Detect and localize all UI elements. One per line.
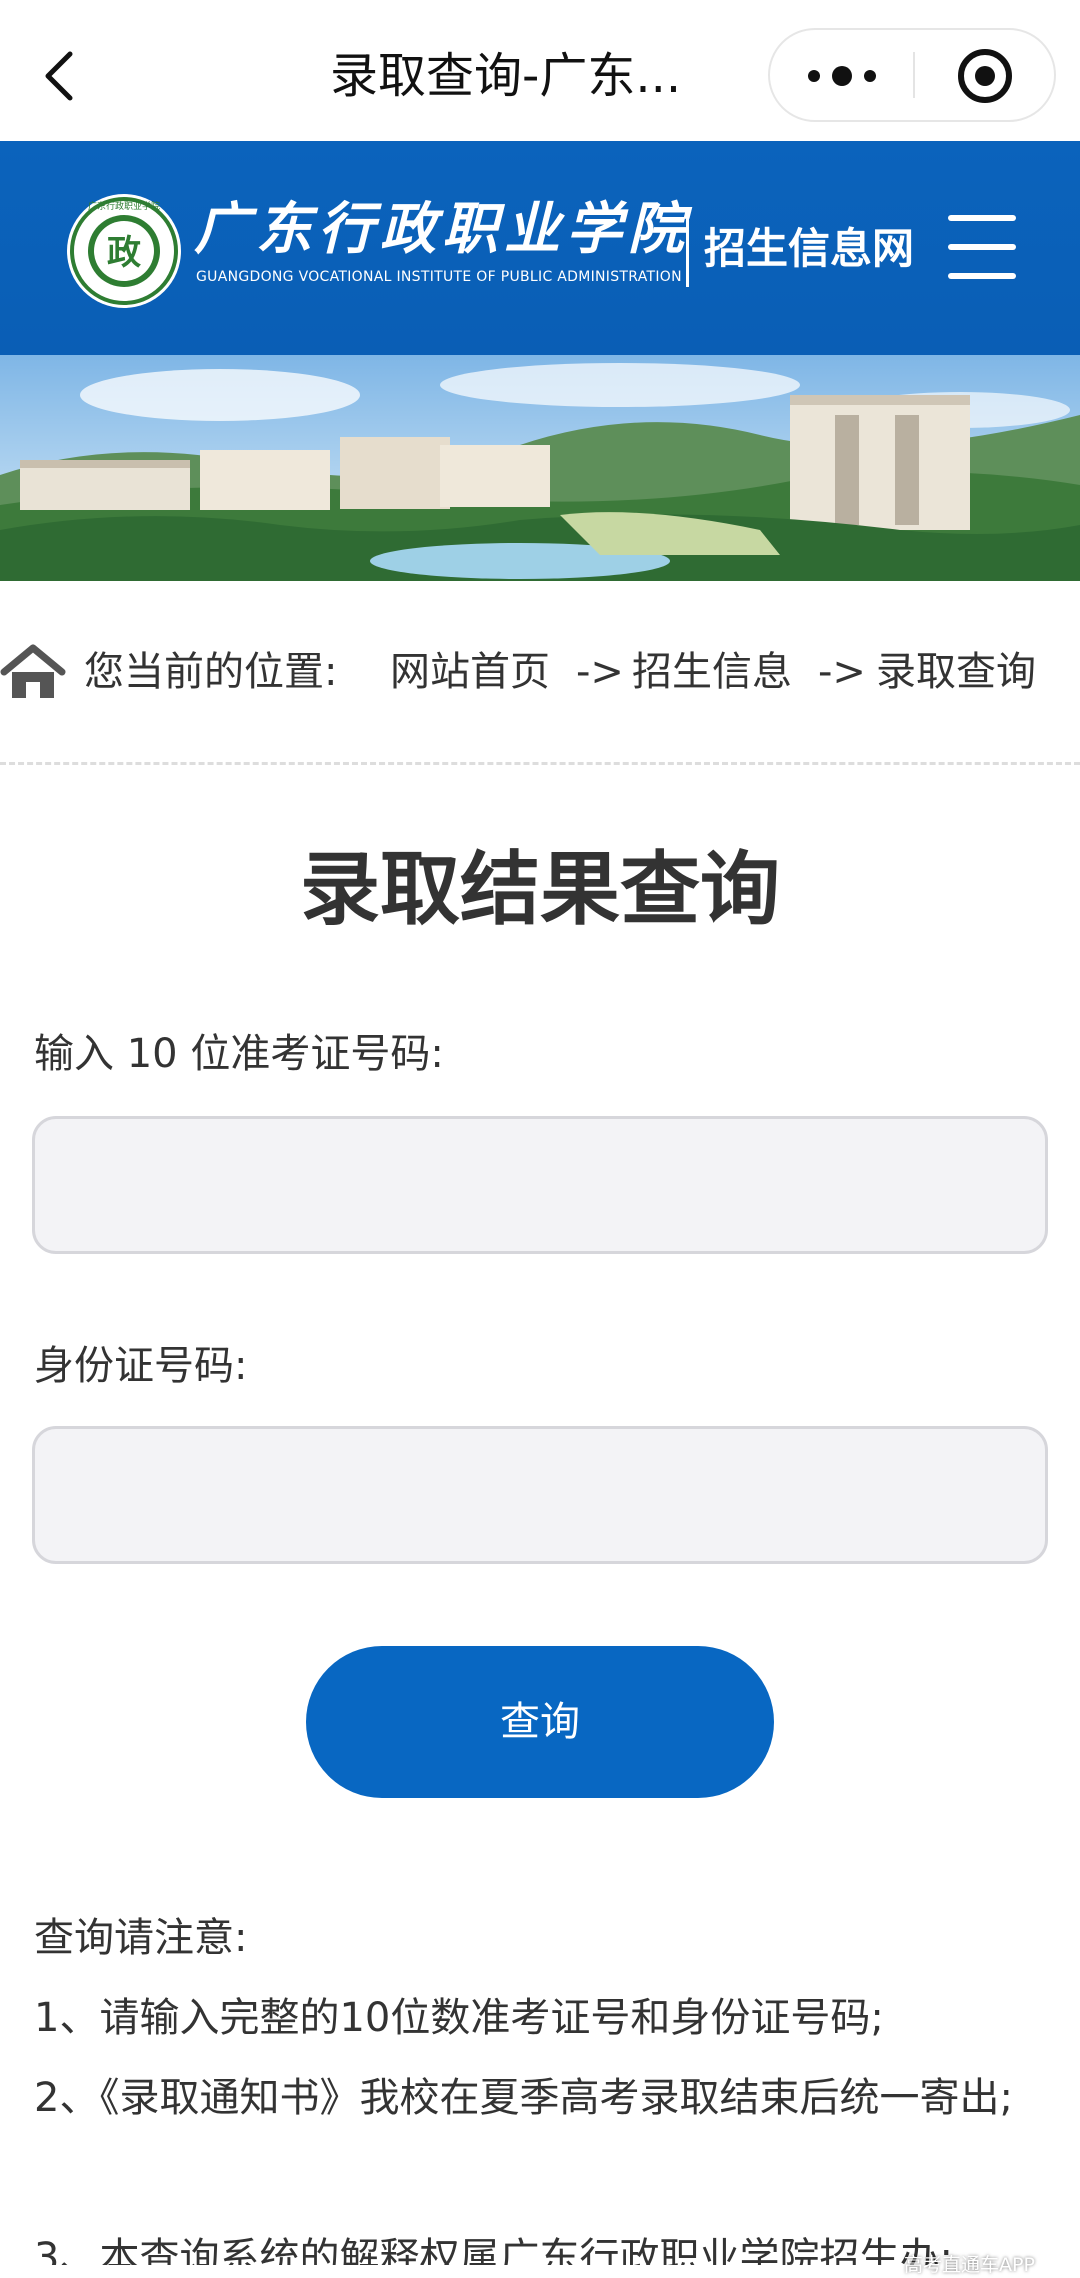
home-icon[interactable]: [0, 642, 66, 702]
college-emblem-icon: 政 广东行政职业学院: [67, 194, 181, 308]
emblem-ring-text: 广东行政职业学院: [88, 200, 160, 212]
notes-heading: 查询请注意:: [34, 1915, 248, 1961]
hamburger-menu-icon-bar: [948, 244, 1016, 250]
college-name-en: GUANGDONG VOCATIONAL INSTITUTE OF PUBLIC…: [196, 269, 682, 285]
hamburger-menu-button[interactable]: [948, 215, 1018, 279]
dashed-divider: [0, 762, 1080, 765]
page-title-bar: 录取查询-广东...: [330, 48, 682, 104]
id-number-label: 身份证号码:: [34, 1343, 248, 1389]
more-button[interactable]: [770, 30, 913, 120]
close-mini-program-button[interactable]: [915, 30, 1055, 120]
breadcrumb-prefix: 您当前的位置:: [84, 649, 338, 695]
hamburger-menu-icon: [948, 215, 1016, 221]
note-item-3: 3、本查询系统的解释权属广东行政职业学院招生办;: [34, 2235, 953, 2265]
exam-number-input[interactable]: [32, 1116, 1048, 1254]
target-circle-icon: [958, 49, 1012, 103]
site-name: 招生信息网: [704, 224, 915, 273]
campus-banner-image: [0, 355, 1080, 581]
emblem-char: 政: [107, 233, 141, 273]
back-button[interactable]: [40, 46, 80, 106]
breadcrumb-item-current[interactable]: 录取查询: [876, 640, 1036, 704]
site-header: 政 广东行政职业学院 广东行政职业学院 GUANGDONG VOCATIONAL…: [0, 141, 1080, 355]
campus-illustration: [0, 355, 1080, 581]
note-item-2: 2、《录取通知书》我校在夏季高考录取结束后统一寄出;: [34, 2075, 1013, 2121]
mini-program-top-bar: 录取查询-广东...: [0, 0, 1080, 141]
id-number-input[interactable]: [32, 1426, 1048, 1564]
breadcrumb-item-home[interactable]: 网站首页: [390, 640, 550, 704]
exam-number-label: 输入 10 位准考证号码:: [34, 1031, 444, 1077]
form-title: 录取结果查询: [300, 843, 780, 936]
breadcrumb-item-admissions[interactable]: 招生信息: [632, 640, 792, 704]
logo-divider: [686, 211, 689, 287]
breadcrumb: 您当前的位置: 网站首页 -> 招生信息 -> 录取查询: [0, 630, 1080, 710]
chevron-left-icon: [45, 51, 73, 101]
query-button[interactable]: 查询: [306, 1646, 774, 1798]
watermark: 高考直通车APP: [904, 2254, 1035, 2276]
breadcrumb-separator: ->: [576, 649, 624, 695]
college-name: 广东行政职业学院: [194, 196, 690, 262]
breadcrumb-separator: ->: [818, 649, 866, 695]
capsule-menu: [768, 28, 1056, 122]
hamburger-menu-icon-bar: [948, 273, 1016, 279]
more-dots-icon: [808, 66, 876, 86]
note-item-1: 1、请输入完整的10位数准考证号和身份证号码;: [34, 1995, 884, 2041]
